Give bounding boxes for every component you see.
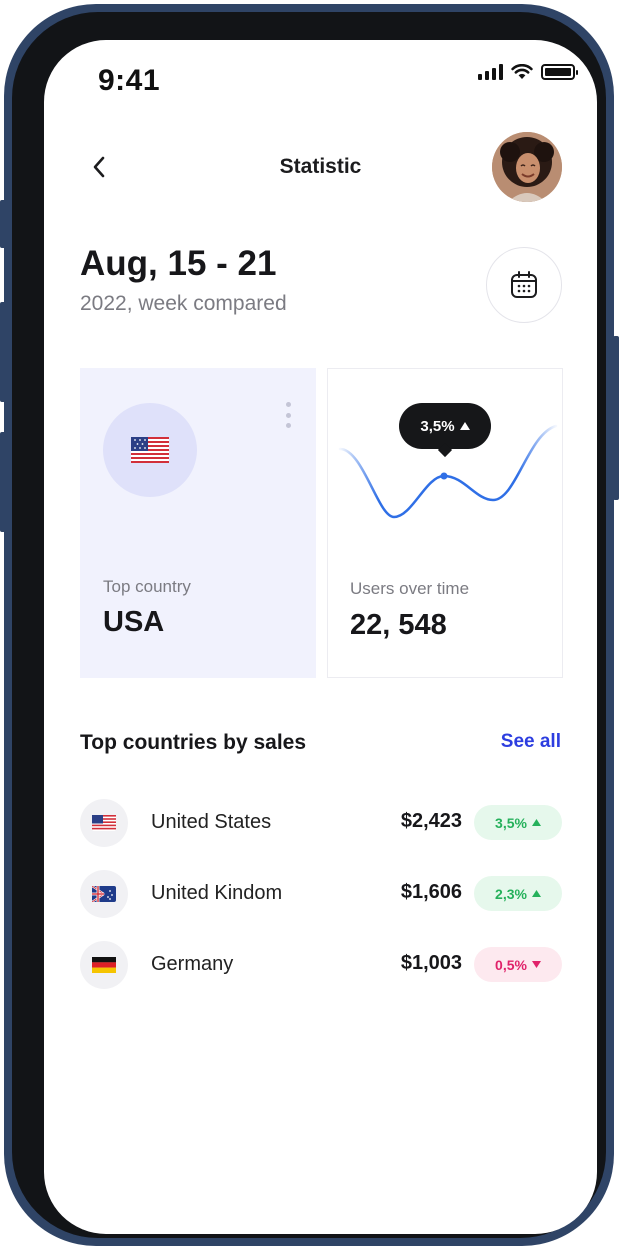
top-country-flag — [103, 403, 197, 497]
triangle-up-icon — [531, 890, 541, 897]
country-row-us[interactable]: United States $2,423 3,5% — [80, 799, 562, 847]
country-amount: $1,606 — [400, 881, 462, 903]
wifi-icon — [511, 64, 533, 79]
triangle-up-icon — [459, 422, 470, 430]
phone-bezel: 9:41 Statistic Aug, 15 - 21 2022, week c… — [12, 12, 606, 1238]
country-flag — [80, 941, 128, 989]
us-flag-icon — [92, 815, 116, 831]
country-flag — [80, 870, 128, 918]
users-label: Users over time — [350, 579, 470, 598]
phone-frame: 9:41 Statistic Aug, 15 - 21 2022, week c… — [4, 4, 614, 1246]
germany-flag-icon — [92, 957, 116, 973]
date-range: Aug, 15 - 21 — [80, 244, 277, 283]
country-row-uk[interactable]: United Kindom $1,606 2,3% — [80, 870, 562, 918]
users-value: 22, 548 — [350, 609, 447, 641]
user-avatar-icon — [492, 132, 562, 202]
users-change-tooltip: 3,5% — [399, 403, 491, 449]
users-over-time-card[interactable]: 3,5% Users over time 22, 548 — [327, 368, 563, 678]
country-name: United States — [151, 811, 272, 833]
status-time: 9:41 — [98, 64, 161, 97]
section-title: Top countries by sales — [80, 731, 307, 754]
country-flag — [80, 799, 128, 847]
country-name: United Kindom — [151, 882, 283, 904]
more-options-icon[interactable] — [284, 402, 292, 428]
country-amount: $1,003 — [400, 952, 462, 974]
calendar-button[interactable] — [486, 247, 562, 323]
country-name: Germany — [151, 953, 234, 975]
date-subtitle: 2022, week compared — [80, 292, 287, 315]
top-country-value: USA — [103, 606, 165, 638]
change-badge: 0,5% — [474, 947, 562, 982]
us-flag-icon — [131, 437, 169, 463]
country-row-germany[interactable]: Germany $1,003 0,5% — [80, 941, 562, 989]
users-trend-chart — [338, 424, 558, 519]
tooltip-value: 3,5% — [420, 417, 455, 435]
triangle-down-icon — [531, 961, 541, 968]
change-badge: 3,5% — [474, 805, 562, 840]
battery-icon — [541, 64, 578, 80]
country-amount: $2,423 — [400, 810, 462, 832]
top-country-card[interactable]: Top country USA — [80, 368, 316, 678]
change-value: 3,5% — [495, 814, 527, 831]
screen: 9:41 Statistic Aug, 15 - 21 2022, week c… — [44, 40, 597, 1234]
uk-flag-icon — [92, 886, 116, 902]
users-trend-point — [440, 472, 448, 480]
cellular-signal-icon — [478, 64, 503, 80]
change-value: 2,3% — [495, 885, 527, 902]
status-icons — [478, 64, 578, 80]
calendar-icon — [511, 271, 537, 298]
change-badge: 2,3% — [474, 876, 562, 911]
see-all-link[interactable]: See all — [501, 731, 561, 753]
avatar[interactable] — [492, 132, 562, 202]
change-value: 0,5% — [495, 956, 527, 973]
triangle-up-icon — [531, 819, 541, 826]
top-country-label: Top country — [103, 577, 191, 596]
